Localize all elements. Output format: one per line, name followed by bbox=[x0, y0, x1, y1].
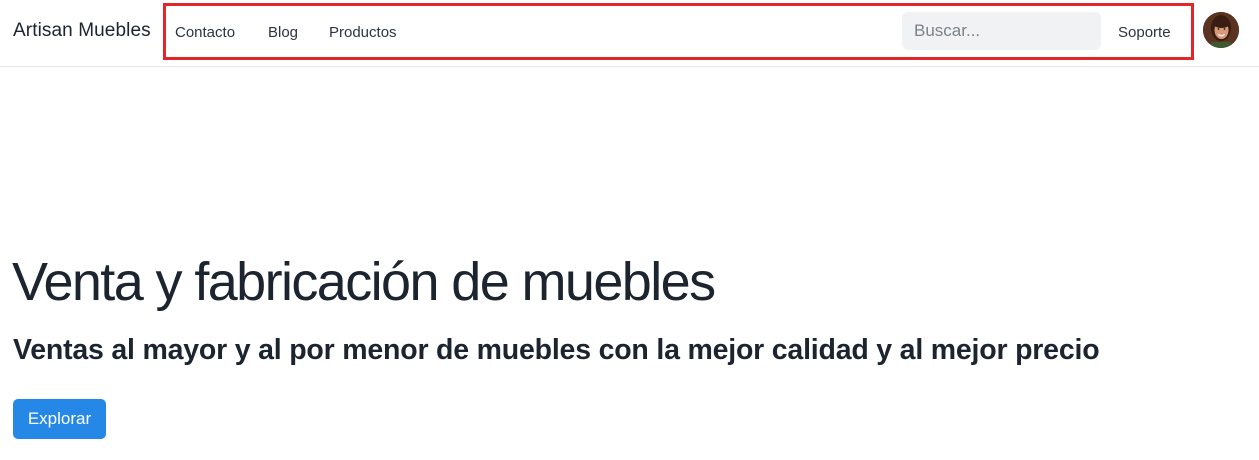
avatar-image bbox=[1203, 12, 1239, 48]
top-navbar: Artisan Muebles Contacto Blog Productos … bbox=[0, 0, 1259, 67]
nav-link-productos[interactable]: Productos bbox=[329, 24, 397, 41]
nav-link-soporte[interactable]: Soporte bbox=[1118, 24, 1171, 41]
search-input[interactable] bbox=[902, 12, 1101, 50]
explore-button[interactable]: Explorar bbox=[13, 399, 106, 439]
hero-subtitle: Ventas al mayor y al por menor de mueble… bbox=[13, 334, 1100, 366]
nav-link-blog[interactable]: Blog bbox=[268, 24, 298, 41]
brand-logo-text[interactable]: Artisan Muebles bbox=[13, 20, 151, 42]
nav-link-contacto[interactable]: Contacto bbox=[175, 24, 235, 41]
hero-title: Venta y fabricación de muebles bbox=[12, 252, 716, 312]
user-avatar[interactable] bbox=[1203, 12, 1239, 48]
